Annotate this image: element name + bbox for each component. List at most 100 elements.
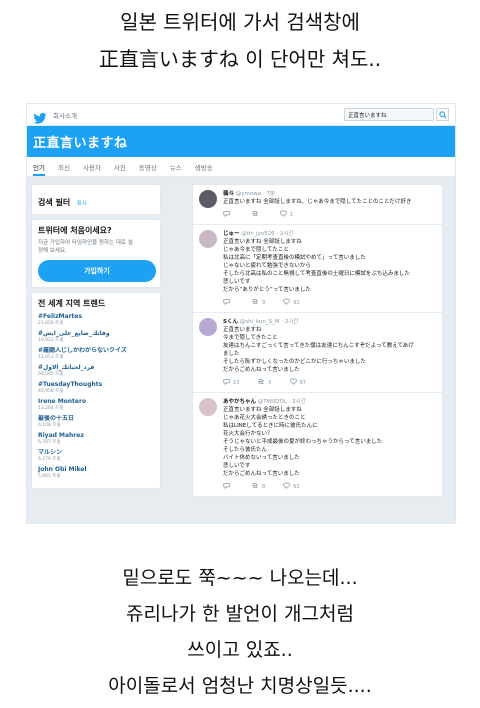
tweet-text-line: 正直言いますね 全部話しますね、じゃあ今まで隠してたことのことだけ好き bbox=[223, 199, 412, 205]
trend-item[interactable]: #TuesdayThoughts 40,958 트윗 bbox=[38, 381, 154, 395]
reply-button[interactable] bbox=[223, 298, 233, 307]
tweet-author-name[interactable]: Sくん bbox=[223, 319, 238, 325]
retweet-button[interactable] bbox=[251, 210, 262, 219]
search-input[interactable]: 正直言いますね bbox=[344, 108, 434, 121]
trend-item[interactable]: 最後の十五日 6,108 트윗 bbox=[38, 415, 154, 429]
tweet-text-line: そしたら彼氏たん bbox=[223, 447, 268, 453]
reply-icon bbox=[223, 378, 233, 387]
caption-line: 正直言いますね 이 단어만 쳐도.. bbox=[98, 47, 382, 71]
tab-live[interactable]: 생방송 bbox=[195, 162, 213, 176]
tweet-text-line: だから“ありがとう”って言いました bbox=[223, 287, 311, 293]
tweet-item[interactable]: じゅー @ttt_jyo526 · 2시간 正直言いますね 全部話しますね じゃあ今… bbox=[193, 225, 442, 313]
tweet-header: Sくん @shi_kun_S_M · 2시간 bbox=[223, 318, 436, 326]
trend-count: 6,707 트윗 bbox=[38, 440, 61, 445]
tweet-text-line: 花火大会行かない？ bbox=[223, 431, 273, 437]
top-nav: 회사소개 正直言いますね bbox=[27, 104, 455, 126]
tweet-handle-time: @ymowa · 7분 bbox=[235, 191, 275, 197]
trend-name: #فرد_لحياتك_الاول bbox=[38, 364, 95, 371]
trend-item[interactable]: マルシン 6,279 트윗 bbox=[38, 449, 154, 463]
like-button[interactable]: 63 bbox=[283, 482, 300, 491]
trend-item[interactable]: Riyad Mahrez 6,707 트윗 bbox=[38, 432, 154, 446]
retweet-button[interactable]: 5 bbox=[257, 378, 272, 387]
tweet-item[interactable]: 翡斗 @ymowa · 7분 正直言いますね 全部話しますね、じゃあ今まで隠してた… bbox=[193, 185, 442, 225]
like-count: 1 bbox=[290, 211, 294, 218]
trends-title: 전 세계 지역 트렌드 bbox=[38, 299, 106, 308]
trend-count: 21,626 트윗 bbox=[38, 321, 64, 326]
reply-button[interactable] bbox=[223, 482, 233, 491]
trend-count: 13,264 트윗 bbox=[38, 406, 64, 411]
tab-videos[interactable]: 동영상 bbox=[139, 162, 157, 176]
caption-top: 일본 트위터에 가서 검색창에 正直言いますね 이 단어만 쳐도.. bbox=[0, 4, 480, 78]
tweet-text-line: 私は北高に「定期考査直後の模試やめて」って言いました bbox=[223, 255, 366, 261]
search-tabs: 인기 최신 사용자 사진 동영상 뉴스 생방송 bbox=[27, 157, 455, 177]
tab-latest[interactable]: 최신 bbox=[58, 162, 70, 176]
tweet-handle-time: @shi_kun_S_M · 2시간 bbox=[239, 319, 299, 325]
tweet-text-line: バイト休めないって言いました bbox=[223, 455, 300, 461]
tweet-author-name[interactable]: あやかちゃん bbox=[223, 399, 256, 405]
trend-item[interactable]: John Obi Mikel 5,665 트윗 bbox=[38, 466, 154, 480]
reply-button[interactable]: 13 bbox=[223, 378, 239, 387]
like-count: 87 bbox=[299, 379, 306, 386]
tweet-item[interactable]: Sくん @shi_kun_S_M · 2시간 正直言いますね 今まで隠してきたこと友… bbox=[193, 313, 442, 393]
like-count: 63 bbox=[293, 483, 300, 490]
tab-news[interactable]: 뉴스 bbox=[170, 162, 182, 176]
like-button[interactable]: 87 bbox=[289, 378, 306, 387]
trend-item[interactable]: #FelizMartes 21,626 트윗 bbox=[38, 313, 154, 327]
tweet-handle-time: @TWIIDOL · 3시간 bbox=[257, 399, 306, 405]
like-button[interactable]: 91 bbox=[283, 298, 300, 307]
retweet-count: 8 bbox=[262, 483, 266, 490]
signup-description-line: 정해 보세요. bbox=[38, 248, 67, 254]
heart-icon bbox=[283, 482, 293, 491]
search-icon[interactable] bbox=[436, 108, 449, 121]
trend-name: 最後の十五日 bbox=[38, 415, 75, 422]
like-button[interactable]: 1 bbox=[280, 210, 293, 219]
tweet-text-line: 悲しいです bbox=[223, 463, 251, 469]
trend-name: #TuesdayThoughts bbox=[38, 381, 103, 388]
trend-name: Riyad Mahrez bbox=[38, 432, 84, 439]
twitter-bird-icon[interactable] bbox=[33, 109, 47, 124]
tweet-author-name[interactable]: じゅー bbox=[223, 231, 240, 237]
tweet-body: Sくん @shi_kun_S_M · 2시간 正直言いますね 今まで隠してきたこと友… bbox=[223, 318, 436, 387]
avatar[interactable] bbox=[199, 398, 217, 416]
trend-item[interactable]: Irene Montero 13,264 트윗 bbox=[38, 398, 154, 412]
trend-item[interactable]: #فرد_لحياتك_الاول 68,065 트윗 bbox=[38, 364, 154, 378]
trend-name: Irene Montero bbox=[38, 398, 87, 405]
avatar[interactable] bbox=[199, 318, 217, 336]
reply-button[interactable] bbox=[223, 210, 233, 219]
tweet-header: 翡斗 @ymowa · 7분 bbox=[223, 190, 436, 198]
trend-item[interactable]: #羅闘人じしかわからないクイズ 13,053 트윗 bbox=[38, 347, 154, 361]
trend-name: John Obi Mikel bbox=[38, 466, 87, 473]
retweet-button[interactable]: 9 bbox=[251, 298, 265, 307]
tweet-text-line: そうじゃないと平成最後の夏が終わっちゃうからって言いました bbox=[223, 439, 383, 445]
tweet-item[interactable]: あやかちゃん @TWIIDOL · 3시간 正直言いますね 全部話しますね じゃあ花… bbox=[193, 393, 442, 497]
caption-line: 쓰이고 있죠.. bbox=[187, 639, 293, 661]
left-sidebar: 검색 필터 · 표시 트위터에 처음이세요? 지금 가입하여 타임라인을 원하는 … bbox=[31, 184, 161, 493]
heart-icon bbox=[280, 210, 290, 219]
tweet-text-line: 正直言いますね 全部話しますね bbox=[223, 239, 302, 245]
retweet-icon bbox=[251, 298, 262, 307]
avatar[interactable] bbox=[199, 230, 217, 248]
tweet-author-name[interactable]: 翡斗 bbox=[223, 191, 234, 197]
tweet-text-line: そしたら恥ずかしくなったのかどこかに行っちゃいました bbox=[223, 359, 366, 365]
filter-show-link[interactable]: · 표시 bbox=[73, 201, 87, 207]
caption-line: 일본 트위터에 가서 검색창에 bbox=[120, 10, 360, 34]
retweet-icon bbox=[251, 482, 262, 491]
tab-top[interactable]: 인기 bbox=[33, 162, 45, 176]
tweet-text-line: じゃないと疲れて勉強できないから bbox=[223, 263, 311, 269]
caption-bottom: 밑으로도 쭉~~~ 나오는데... 쥬리나가 한 발언이 개그처럼 쓰이고 있죠… bbox=[0, 560, 480, 704]
tab-people[interactable]: 사용자 bbox=[83, 162, 101, 176]
signup-card: 트위터에 처음이세요? 지금 가입하여 타임라인을 원하는 대로 설 정해 보세… bbox=[31, 219, 161, 288]
like-count: 91 bbox=[293, 299, 300, 306]
trend-item[interactable]: #وفاتك_ضايع_على_ايش 16,922 트윗 bbox=[38, 330, 154, 344]
signup-title: 트위터에 처음이세요? bbox=[38, 226, 112, 235]
avatar[interactable] bbox=[199, 190, 217, 208]
tweet-body: あやかちゃん @TWIIDOL · 3시간 正直言いますね 全部話しますね じゃあ花… bbox=[223, 398, 436, 491]
about-link[interactable]: 회사소개 bbox=[53, 110, 77, 120]
trend-count: 6,279 트윗 bbox=[38, 457, 61, 462]
retweet-count: 9 bbox=[262, 299, 266, 306]
trends-card: 전 세계 지역 트렌드 #FelizMartes 21,626 트윗 #وفاتك… bbox=[31, 292, 161, 489]
retweet-button[interactable]: 8 bbox=[251, 482, 265, 491]
tab-photos[interactable]: 사진 bbox=[114, 162, 126, 176]
retweet-icon bbox=[257, 378, 268, 387]
signup-button[interactable]: 가입하기 bbox=[38, 260, 156, 282]
